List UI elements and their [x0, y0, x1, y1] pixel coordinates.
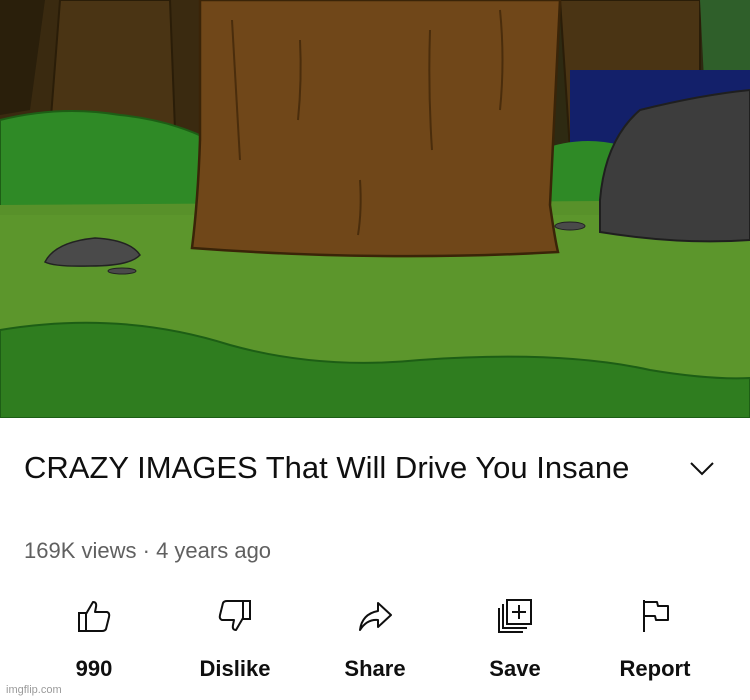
- save-label: Save: [489, 656, 541, 681]
- video-frame-image: [0, 0, 750, 418]
- like-button[interactable]: 990: [34, 598, 154, 688]
- dislike-button[interactable]: Dislike: [175, 598, 295, 688]
- video-meta: 169K views · 4 years ago: [24, 538, 271, 564]
- report-button[interactable]: Report: [595, 598, 715, 688]
- like-count: 990: [75, 656, 113, 681]
- thumbs-down-icon: [218, 600, 251, 631]
- thumbs-up-icon: [78, 601, 111, 632]
- watermark: imgflip.com: [6, 684, 62, 696]
- chevron-down-icon: [690, 462, 714, 476]
- action-bar: 990 Dislike Share Save Report: [0, 598, 750, 688]
- share-button[interactable]: Share: [315, 598, 435, 688]
- expand-description-button[interactable]: [688, 454, 716, 482]
- save-button[interactable]: Save: [455, 598, 575, 688]
- share-label: Share: [344, 656, 406, 681]
- view-count: 169K views: [24, 538, 137, 563]
- meta-separator: ·: [136, 538, 157, 563]
- share-icon: [359, 602, 392, 631]
- flag-icon: [643, 600, 669, 632]
- video-player[interactable]: [0, 0, 750, 418]
- upload-age: 4 years ago: [156, 538, 272, 563]
- video-title: CRAZY IMAGES That Will Drive You Insane: [24, 450, 630, 485]
- video-info: CRAZY IMAGES That Will Drive You Insane …: [0, 418, 750, 700]
- dislike-label: Dislike: [199, 656, 271, 681]
- report-label: Report: [619, 656, 691, 681]
- save-playlist-icon: [498, 599, 532, 633]
